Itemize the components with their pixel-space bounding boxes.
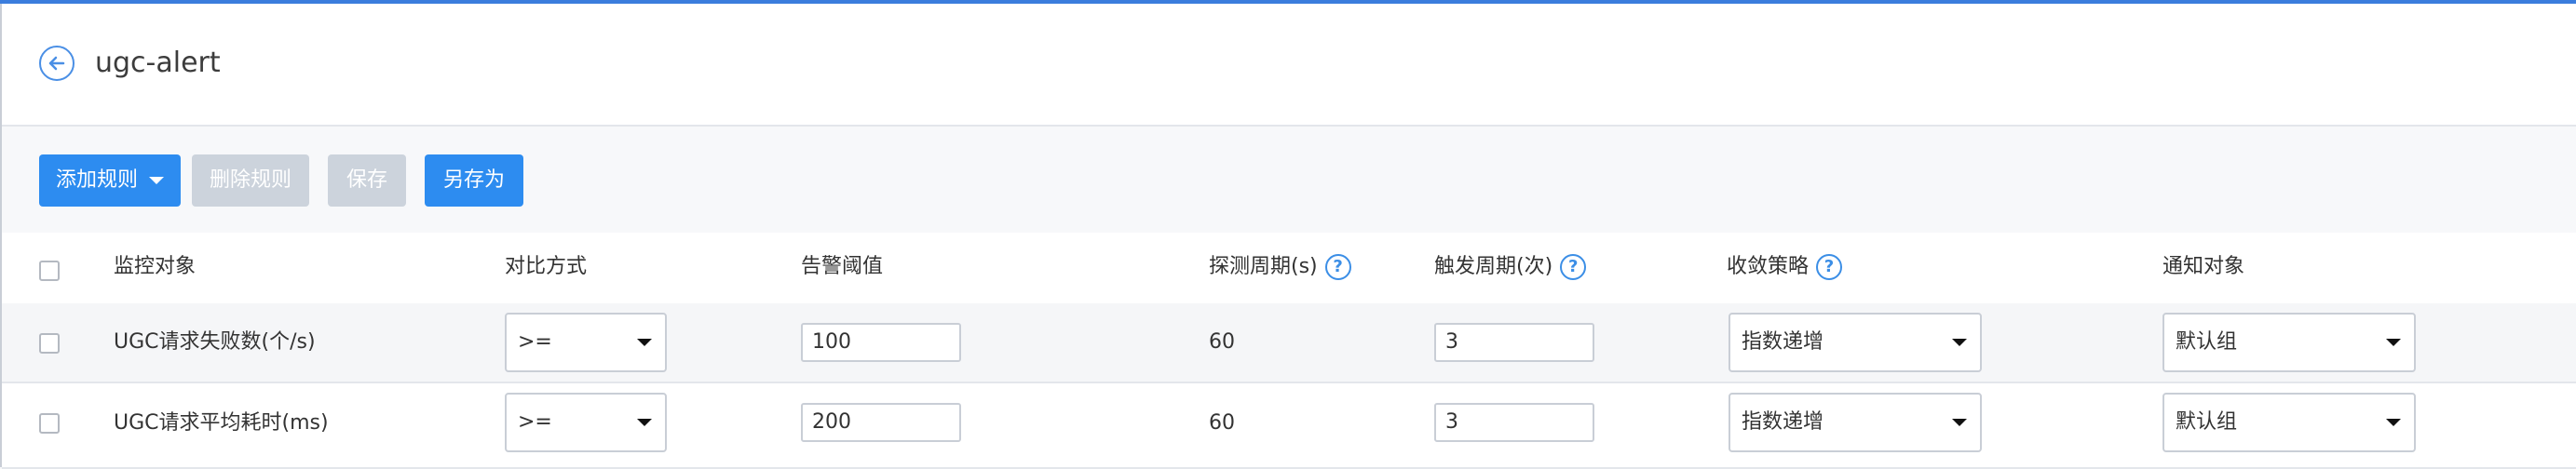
detect-period-cell: 60 <box>1209 330 1235 354</box>
notify-select[interactable]: 默认组 <box>2162 393 2416 452</box>
col-threshold: 告警阈值 <box>801 255 884 278</box>
help-icon[interactable]: ? <box>1816 254 1843 280</box>
caret-down-icon <box>2386 339 2401 346</box>
col-detect-period-label: 探测周期(s) <box>1209 255 1318 278</box>
delete-rule-button[interactable]: 删除规则 <box>192 154 309 207</box>
trigger-period-input[interactable]: 3 <box>1434 323 1594 362</box>
caret-down-icon <box>1952 339 1967 346</box>
col-convergence-label: 收敛策略 <box>1727 255 1810 278</box>
detect-period-cell: 60 <box>1209 411 1235 435</box>
col-trigger-period: 触发周期(次)? <box>1434 253 1587 281</box>
col-compare: 对比方式 <box>505 255 588 278</box>
col-convergence: 收敛策略? <box>1727 253 1843 281</box>
help-icon[interactable]: ? <box>1560 254 1587 280</box>
caret-down-icon <box>149 177 164 184</box>
compare-value: >= <box>518 410 552 434</box>
arrow-left-icon <box>48 56 65 71</box>
trigger-period-input[interactable]: 3 <box>1434 403 1594 442</box>
page-title: ugc-alert <box>95 47 221 79</box>
compare-value: >= <box>518 330 552 354</box>
add-rule-button[interactable]: 添加规则 <box>39 154 181 207</box>
compare-select[interactable]: >= <box>505 393 667 452</box>
save-as-button[interactable]: 另存为 <box>425 154 523 207</box>
convergence-select[interactable]: 指数递增 <box>1729 313 1982 372</box>
col-trigger-period-label: 触发周期(次) <box>1434 255 1553 278</box>
table-header: 监控对象 对比方式 告警阈值 探测周期(s)? 触发周期(次)? 收敛策略? 通… <box>2 233 2576 305</box>
notify-value: 默认组 <box>2176 410 2238 434</box>
notify-value: 默认组 <box>2176 330 2238 354</box>
threshold-input[interactable]: 100 <box>801 323 961 362</box>
page-header: ugc-alert <box>2 4 2576 127</box>
select-all-checkbox[interactable] <box>39 261 60 281</box>
target-cell: UGC请求失败数(个/s) <box>114 330 316 354</box>
col-detect-period: 探测周期(s)? <box>1209 253 1351 281</box>
caret-down-icon <box>637 339 652 346</box>
compare-select[interactable]: >= <box>505 313 667 372</box>
row-checkbox[interactable] <box>39 333 60 354</box>
convergence-select[interactable]: 指数递增 <box>1729 393 1982 452</box>
target-cell: UGC请求平均耗时(ms) <box>114 411 329 435</box>
convergence-value: 指数递增 <box>1742 330 1824 354</box>
caret-down-icon <box>1952 419 1967 426</box>
save-button[interactable]: 保存 <box>328 154 406 207</box>
caret-down-icon <box>2386 419 2401 426</box>
notify-select[interactable]: 默认组 <box>2162 313 2416 372</box>
col-notify: 通知对象 <box>2162 255 2245 278</box>
convergence-value: 指数递增 <box>1742 410 1824 434</box>
threshold-input[interactable]: 200 <box>801 403 961 442</box>
col-target: 监控对象 <box>114 255 197 278</box>
row-checkbox[interactable] <box>39 413 60 434</box>
table-row: UGC请求失败数(个/s) >= 100 60 3 指数递增 默认组 <box>2 303 2576 383</box>
caret-down-icon <box>637 419 652 426</box>
back-button[interactable] <box>39 46 75 81</box>
add-rule-label: 添加规则 <box>55 168 138 192</box>
table-row: UGC请求平均耗时(ms) >= 200 60 3 指数递增 默认组 <box>2 383 2576 469</box>
help-icon[interactable]: ? <box>1324 254 1351 280</box>
